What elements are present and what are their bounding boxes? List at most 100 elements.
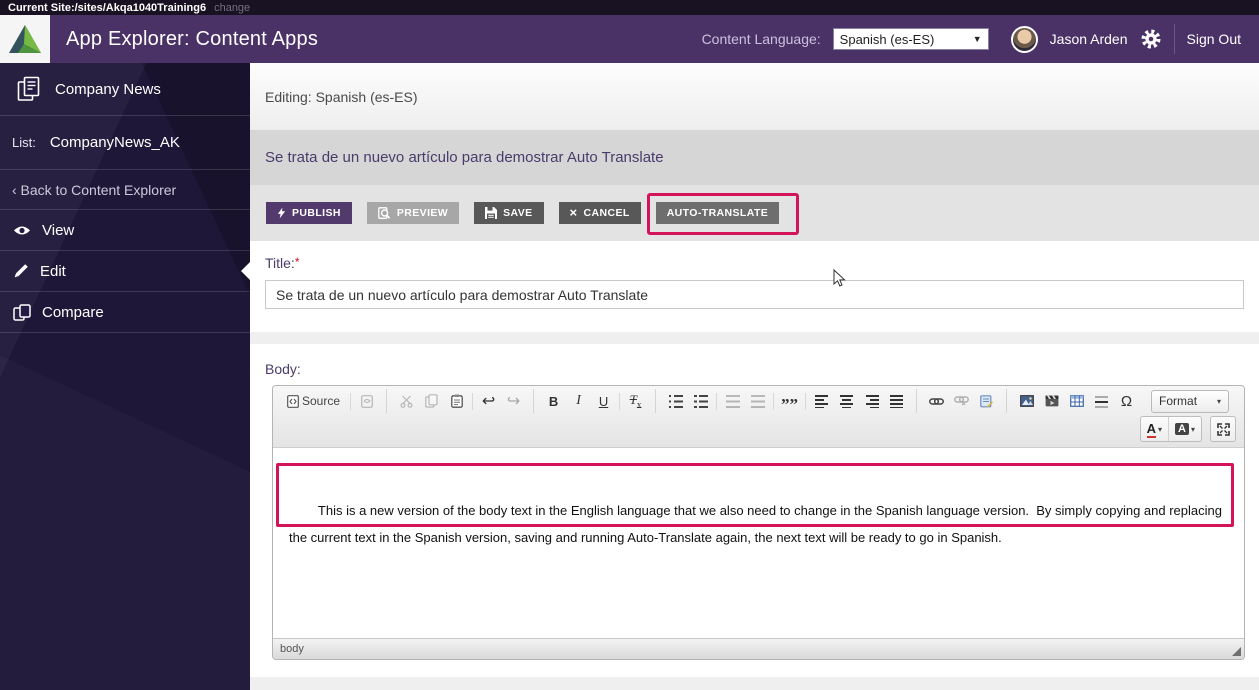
bottom-strip [250, 677, 1259, 690]
current-site-path: /sites/Akqa1040Training6 [74, 1, 207, 14]
app-header: App Explorer: Content Apps Content Langu… [0, 15, 1259, 63]
section-divider [250, 332, 1259, 344]
page-title: App Explorer: Content Apps [66, 27, 319, 50]
remove-format-button[interactable]: Tx [623, 389, 648, 413]
cancel-x-icon: × [569, 205, 578, 220]
align-right-button[interactable] [859, 389, 884, 413]
pencil-icon [14, 264, 28, 278]
list-name: CompanyNews_AK [49, 134, 180, 151]
body-field-section: Body: Source ↩ ↪ B I U Tx ”” Ω Format ▾ … [250, 344, 1259, 677]
undo-button[interactable]: ↩ [476, 389, 501, 413]
align-left-button[interactable] [809, 389, 834, 413]
maximize-button[interactable] [1210, 416, 1236, 442]
rich-text-editor: Source ↩ ↪ B I U Tx ”” Ω Format ▾ A ▾ A … [272, 385, 1245, 660]
template-page-icon [360, 394, 373, 408]
save-button[interactable]: SAVE [474, 202, 544, 224]
numbered-list-button[interactable] [663, 389, 688, 413]
underline-button[interactable]: U [591, 389, 616, 413]
anchor-page-icon [980, 394, 994, 407]
blockquote-button[interactable]: ”” [777, 389, 802, 413]
maximize-icon [1216, 422, 1230, 436]
back-to-content-explorer-link[interactable]: ‹ Back to Content Explorer [0, 170, 250, 210]
format-dropdown[interactable]: Format ▾ [1151, 389, 1230, 413]
title-input[interactable] [265, 280, 1244, 309]
bold-button[interactable]: B [541, 389, 566, 413]
title-field-label: Title:* [265, 255, 300, 271]
sidebar-list-row: List: CompanyNews_AK [0, 116, 250, 170]
editor-resize-handle[interactable] [1232, 647, 1241, 656]
publish-button[interactable]: PUBLISH [266, 202, 352, 224]
editor-body-area[interactable]: This is a new version of the body text i… [273, 448, 1244, 638]
copy-button[interactable] [419, 389, 444, 413]
redo-button[interactable]: ↪ [501, 389, 526, 413]
compare-icon [13, 303, 31, 321]
anchor-button[interactable] [974, 389, 999, 413]
cut-button[interactable] [394, 389, 419, 413]
italic-button[interactable]: I [566, 389, 591, 413]
change-site-link[interactable]: change [214, 2, 250, 14]
copy-icon [425, 394, 438, 408]
link-button[interactable] [924, 389, 949, 413]
cancel-button[interactable]: × CANCEL [558, 202, 641, 224]
required-asterisk: * [294, 255, 300, 269]
increase-indent-button[interactable] [745, 389, 770, 413]
header-divider [1173, 24, 1175, 54]
editor-toolbar: Source ↩ ↪ B I U Tx ”” Ω Format ▾ A ▾ A … [273, 386, 1244, 448]
sidebar-item-edit[interactable]: Edit [0, 251, 250, 292]
outdent-icon [725, 394, 740, 408]
horizontal-rule-button[interactable] [1089, 389, 1114, 413]
table-icon [1069, 395, 1084, 407]
insert-video-button[interactable] [1039, 389, 1064, 413]
sidebar-item-view[interactable]: View [0, 210, 250, 251]
sidebar-item-label: View [42, 221, 75, 239]
insert-table-button[interactable] [1064, 389, 1089, 413]
text-color-icon: A [1146, 420, 1157, 438]
auto-translate-button[interactable]: AUTO-TRANSLATE [655, 202, 780, 224]
scissors-icon [400, 395, 413, 408]
horizontal-rule-icon [1094, 394, 1109, 408]
sidebar-app-header: Company News [0, 63, 250, 116]
sign-out-button[interactable]: Sign Out [1187, 31, 1241, 47]
sidebar-item-compare[interactable]: Compare [0, 292, 250, 333]
unlink-button[interactable] [949, 389, 974, 413]
undo-icon: ↩ [481, 393, 496, 410]
body-field-label: Body: [265, 361, 301, 377]
unlink-icon [954, 396, 969, 406]
app-logo [0, 15, 50, 63]
align-center-button[interactable] [834, 389, 859, 413]
preview-magnifier-icon [378, 206, 391, 219]
preview-button[interactable]: PREVIEW [366, 202, 460, 224]
sidebar-app-name: Company News [55, 80, 161, 98]
indent-icon [750, 394, 765, 408]
decrease-indent-button[interactable] [720, 389, 745, 413]
color-buttons-group: A ▾ A ▾ [1139, 416, 1202, 442]
paste-button[interactable] [444, 389, 469, 413]
omega-icon: Ω [1120, 392, 1133, 410]
templates-button[interactable] [354, 389, 379, 413]
editor-body-text: This is a new version of the body text i… [289, 503, 1226, 545]
active-item-arrow [241, 262, 250, 280]
main-content: Editing: Spanish (es-ES) Se trata de un … [250, 63, 1259, 690]
current-site-bar: Current Site:/sites/Akqa1040Training6 ch… [0, 0, 1259, 15]
item-title-bar: Se trata de un nuevo artículo para demos… [250, 130, 1259, 185]
text-color-button[interactable]: A ▾ [1141, 417, 1168, 441]
background-color-button[interactable]: A ▾ [1168, 417, 1201, 441]
element-path-item[interactable]: body [280, 643, 304, 655]
special-character-button[interactable]: Ω [1114, 389, 1139, 413]
list-label: List: [12, 135, 36, 150]
bulleted-list-button[interactable] [688, 389, 713, 413]
clapperboard-icon [1045, 395, 1058, 407]
image-icon [1019, 395, 1034, 407]
source-button[interactable]: Source [280, 389, 347, 413]
content-language-label: Content Language: [701, 31, 821, 47]
format-dropdown-value: Format [1159, 394, 1198, 408]
mouse-cursor [833, 269, 846, 288]
caret-down-icon: ▼ [972, 34, 982, 44]
align-justify-button[interactable] [884, 389, 909, 413]
content-language-value: Spanish (es-ES) [839, 31, 935, 47]
background-color-icon: A [1175, 423, 1189, 435]
gear-icon[interactable] [1140, 28, 1162, 50]
content-language-select[interactable]: Spanish (es-ES) ▼ [832, 28, 989, 50]
insert-image-button[interactable] [1014, 389, 1039, 413]
redo-icon: ↪ [506, 393, 521, 410]
